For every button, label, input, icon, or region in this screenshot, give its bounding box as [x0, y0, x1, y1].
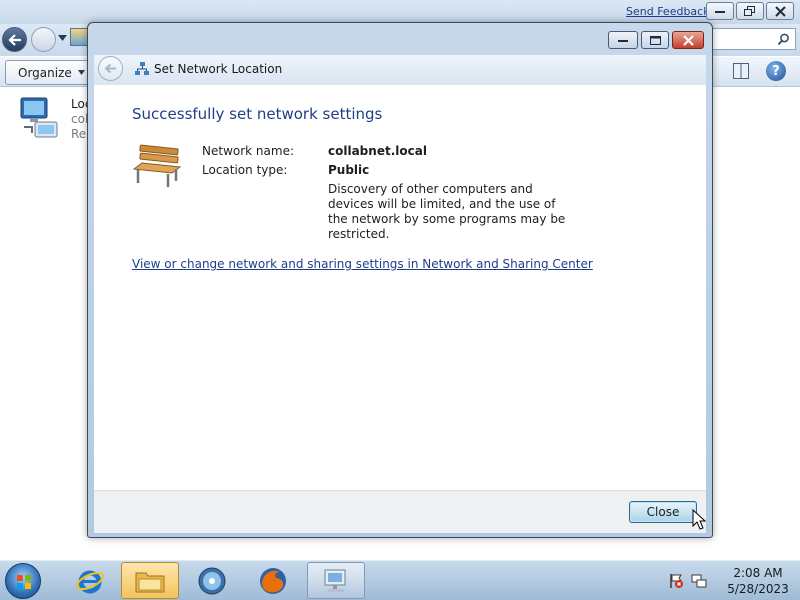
close-icon: [682, 34, 694, 46]
network-status-icon[interactable]: [691, 573, 707, 589]
dialog-header: Set Network Location: [94, 55, 706, 85]
send-feedback-link[interactable]: Send Feedback: [626, 5, 710, 18]
clock-date: 5/28/2023: [727, 582, 789, 596]
close-button[interactable]: Close: [629, 501, 697, 523]
internet-explorer-icon: [76, 570, 104, 593]
dialog-minimize-button[interactable]: [608, 31, 638, 49]
taskbar: 2:08 AM 5/28/2023: [0, 560, 800, 600]
dialog-content: Successfully set network settings Networ…: [94, 85, 706, 490]
folder-icon: [135, 572, 165, 592]
dialog-maximize-button[interactable]: [641, 31, 669, 49]
taskbar-media-player[interactable]: [183, 562, 241, 599]
location-type-value: Public: [328, 163, 370, 177]
network-computers-icon: [20, 97, 58, 138]
dialog-back-button[interactable]: [98, 56, 123, 81]
taskbar-network-location[interactable]: [307, 562, 365, 599]
location-description: Discovery of other computers and devices…: [328, 182, 566, 241]
start-button[interactable]: [5, 563, 41, 599]
forward-button[interactable]: [31, 27, 56, 52]
explorer-restore-button[interactable]: [736, 2, 764, 20]
minimize-icon: [715, 11, 725, 13]
dialog-title: Set Network Location: [154, 62, 283, 76]
park-bench-icon: [132, 144, 182, 187]
network-icon: [135, 62, 149, 75]
dialog-heading: Successfully set network settings: [132, 105, 383, 123]
network-icon: [324, 569, 346, 592]
chevron-down-icon: [58, 35, 67, 41]
network-name-label: Network name:: [202, 144, 294, 158]
network-name-value: collabnet.local: [328, 144, 427, 158]
location-type-label: Location type:: [202, 163, 288, 177]
taskbar-firefox[interactable]: [244, 562, 302, 599]
organize-label: Organize: [18, 65, 72, 80]
mouse-cursor-icon: [692, 509, 706, 530]
search-box[interactable]: [712, 28, 796, 50]
close-icon: [774, 5, 786, 17]
system-tray: 2:08 AM 5/28/2023: [660, 561, 800, 600]
action-center-flag-icon[interactable]: [668, 573, 684, 589]
back-arrow-icon: [104, 63, 116, 74]
explorer-minimize-button[interactable]: [706, 2, 734, 20]
clock-time: 2:08 AM: [733, 566, 783, 580]
explorer-title-bar: Send Feedback: [0, 0, 800, 24]
chevron-down-icon: [77, 70, 85, 75]
taskbar-windows-explorer[interactable]: [121, 562, 179, 599]
explorer-close-button[interactable]: [766, 2, 794, 20]
media-player-icon: [198, 567, 226, 594]
firefox-icon: [260, 567, 286, 594]
dialog-close-x-button[interactable]: [672, 31, 704, 49]
minimize-icon: [618, 40, 628, 42]
location-icon: [70, 28, 88, 46]
maximize-icon: [649, 35, 661, 45]
windows-logo-icon: [17, 575, 31, 589]
network-sharing-center-link[interactable]: View or change network and sharing setti…: [132, 257, 593, 271]
preview-pane-icon[interactable]: [733, 63, 749, 79]
search-icon: [777, 33, 789, 46]
help-icon[interactable]: ?: [766, 61, 786, 81]
restore-icon: [744, 5, 755, 16]
back-button[interactable]: [2, 27, 27, 52]
taskbar-internet-explorer[interactable]: [61, 562, 119, 599]
clock[interactable]: 2:08 AM 5/28/2023: [720, 565, 796, 597]
back-arrow-icon: [7, 33, 21, 46]
dialog-footer: Close: [94, 490, 706, 533]
set-network-location-dialog: Set Network Location Successfully set ne…: [87, 22, 713, 538]
organize-button[interactable]: Organize: [5, 60, 93, 85]
